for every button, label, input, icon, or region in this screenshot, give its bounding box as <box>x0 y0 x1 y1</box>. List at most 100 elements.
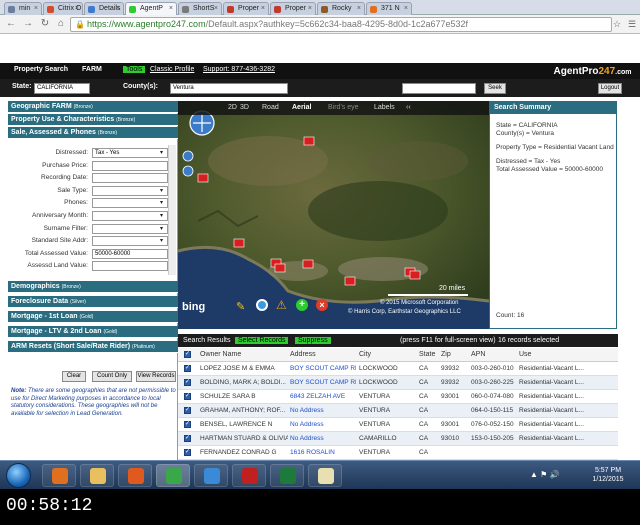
browser-tab[interactable]: ShortS × <box>178 2 222 15</box>
chevron-down-icon[interactable]: ▾ <box>160 212 163 219</box>
browser-tab[interactable]: Details × <box>84 2 124 15</box>
map-aerial-button[interactable]: Aerial <box>292 104 311 111</box>
cell-address[interactable]: 6843 ZELZAH AVE <box>290 393 356 400</box>
star-icon[interactable]: ☆ <box>610 17 624 31</box>
field-input[interactable] <box>92 160 168 171</box>
browser-tab[interactable]: AgentP × <box>125 2 177 15</box>
col-address[interactable]: Address <box>290 351 316 358</box>
tab-close-icon[interactable]: × <box>308 3 312 15</box>
logout-button[interactable]: Logout <box>598 83 622 94</box>
back-arrow-icon[interactable]: ← <box>4 17 18 31</box>
field-input[interactable]: 50000-60000 <box>92 248 168 259</box>
row-checkbox[interactable]: ✓ <box>184 365 191 372</box>
criteria-section-header[interactable]: Property Use & Characteristics (Bronze) <box>8 114 178 126</box>
view-records-button[interactable]: View Records <box>136 371 176 382</box>
col-city[interactable]: City <box>359 351 371 358</box>
state-select[interactable]: CALIFORNIA <box>34 83 90 94</box>
row-checkbox[interactable]: ✓ <box>184 435 191 442</box>
browser-tab[interactable]: min × <box>4 2 42 15</box>
field-input[interactable] <box>92 223 168 234</box>
taskbar-clock[interactable]: 5:57 PM 1/12/2015 <box>578 466 638 484</box>
row-checkbox[interactable]: ✓ <box>184 449 191 456</box>
criteria-section-header[interactable]: ARM Resets (Short Sale/Rate Rider) (Plat… <box>8 341 178 353</box>
browser-tab[interactable]: 371 N × <box>366 2 412 15</box>
map-birdseye-button[interactable]: Bird's eye <box>328 104 359 111</box>
remove-icon[interactable]: × <box>316 299 328 311</box>
taskbar-ie-button[interactable] <box>194 464 228 487</box>
row-checkbox[interactable]: ✓ <box>184 393 191 400</box>
taskbar-chrome-button[interactable] <box>156 464 190 487</box>
tab-close-icon[interactable]: × <box>214 3 218 15</box>
cell-address[interactable]: No Address <box>290 421 356 428</box>
farm-menu[interactable]: FARM <box>82 66 102 73</box>
url-bar[interactable]: 🔒 https://www.agentpro247.com/Default.as… <box>70 17 612 32</box>
reload-icon[interactable]: ↻ <box>38 17 52 31</box>
taskbar-mail-button[interactable] <box>308 464 342 487</box>
field-input[interactable] <box>92 185 168 196</box>
cell-address[interactable]: 1616 ROSALIN <box>290 449 356 456</box>
taskbar-filezilla-button[interactable] <box>232 464 266 487</box>
county-select[interactable]: Ventura <box>170 83 288 94</box>
tab-close-icon[interactable]: × <box>34 3 38 15</box>
clear-button[interactable]: Clear <box>62 371 86 382</box>
browser-tab[interactable]: Proper × <box>223 2 269 15</box>
field-input[interactable] <box>92 236 168 247</box>
pencil-icon[interactable]: ✎ <box>236 300 245 313</box>
chevron-down-icon[interactable]: ▾ <box>160 187 163 194</box>
map-collapse-icon[interactable]: ‹‹ <box>406 104 411 111</box>
map-road-button[interactable]: Road <box>262 104 279 111</box>
taskbar-folder-button[interactable] <box>80 464 114 487</box>
tab-close-icon[interactable]: × <box>116 3 120 15</box>
table-row[interactable]: ✓ HARTMAN STUARD & OLIVIA No Address CAMARI… <box>178 432 618 446</box>
select-records-button[interactable]: Select Records <box>235 337 289 344</box>
tab-close-icon[interactable]: × <box>404 3 408 15</box>
row-checkbox[interactable]: ✓ <box>184 421 191 428</box>
col-state[interactable]: State <box>419 351 435 358</box>
criteria-scrollbar[interactable] <box>168 145 176 275</box>
field-input[interactable] <box>92 211 168 221</box>
criteria-section-header[interactable]: Foreclosure Data (Silver) <box>8 296 178 308</box>
criteria-section-header[interactable]: Sale, Assessed & Phones (Bronze) <box>8 127 178 139</box>
browser-tab[interactable]: Citrix O × <box>43 2 83 15</box>
map-3d-button[interactable]: 3D <box>240 104 249 111</box>
suppress-button[interactable]: Suppress <box>295 337 331 344</box>
tab-close-icon[interactable]: × <box>261 3 265 15</box>
chevron-down-icon[interactable]: ▾ <box>160 149 163 156</box>
cell-address[interactable]: No Address <box>290 435 356 442</box>
seek-input[interactable] <box>402 83 476 94</box>
table-row[interactable]: ✓ FERNANDEZ CONRAD G 1616 ROSALIN VENTURA CA <box>178 446 618 460</box>
chevron-down-icon[interactable]: ▾ <box>160 199 163 206</box>
map-labels-button[interactable]: Labels <box>374 104 395 111</box>
chevron-down-icon[interactable]: ▾ <box>160 225 163 232</box>
chevron-down-icon[interactable]: ▾ <box>160 237 163 244</box>
taskbar-excel-button[interactable] <box>270 464 304 487</box>
cell-address[interactable]: BOY SCOUT CAMP RD <box>290 379 356 386</box>
browser-tab[interactable]: Rocky × <box>317 2 365 15</box>
add-icon[interactable]: + <box>296 299 308 311</box>
support-link[interactable]: Support: 877-436-3282 <box>203 66 275 73</box>
map-2d-button[interactable]: 2D <box>228 104 237 111</box>
criteria-section-header[interactable]: Demographics (Bronze) <box>8 281 178 293</box>
tab-close-icon[interactable]: × <box>169 3 173 15</box>
map-view[interactable]: 2D 3D Road Aerial Bird's eye Labels ‹‹ 2… <box>178 101 489 329</box>
warning-icon[interactable]: ⚠ <box>276 298 287 312</box>
forward-arrow-icon[interactable]: → <box>21 17 35 31</box>
criteria-section-header[interactable]: Mortgage - LTV & 2nd Loan (Gold) <box>8 326 178 338</box>
col-zip[interactable]: Zip <box>441 351 451 358</box>
taskbar-firefox-button[interactable] <box>118 464 152 487</box>
table-row[interactable]: ✓ LOPEZ JOSE M & EMMA BOY SCOUT CAMP RD LOC… <box>178 362 618 376</box>
field-input[interactable] <box>92 198 168 209</box>
criteria-section-header[interactable]: Mortgage - 1st Loan (Gold) <box>8 311 178 323</box>
col-apn[interactable]: APN <box>471 351 485 358</box>
row-checkbox[interactable]: ✓ <box>184 407 191 414</box>
seek-button[interactable]: Seek <box>484 83 506 94</box>
menu-icon[interactable]: ☰ <box>625 17 639 31</box>
classic-profile-link[interactable]: Classic Profile <box>150 66 194 73</box>
table-row[interactable]: ✓ GRAHAM, ANTHONY; ROF... No Address VENTUR… <box>178 404 618 418</box>
table-row[interactable]: ✓ SCHULZE SARA B 6843 ZELZAH AVE VENTURA CA 9… <box>178 390 618 404</box>
circle-tool-icon[interactable] <box>256 299 268 311</box>
col-owner[interactable]: Owner Name <box>200 351 241 358</box>
col-use[interactable]: Use <box>519 351 531 358</box>
cell-address[interactable]: BOY SCOUT CAMP RD <box>290 365 356 372</box>
field-input[interactable] <box>92 173 168 184</box>
